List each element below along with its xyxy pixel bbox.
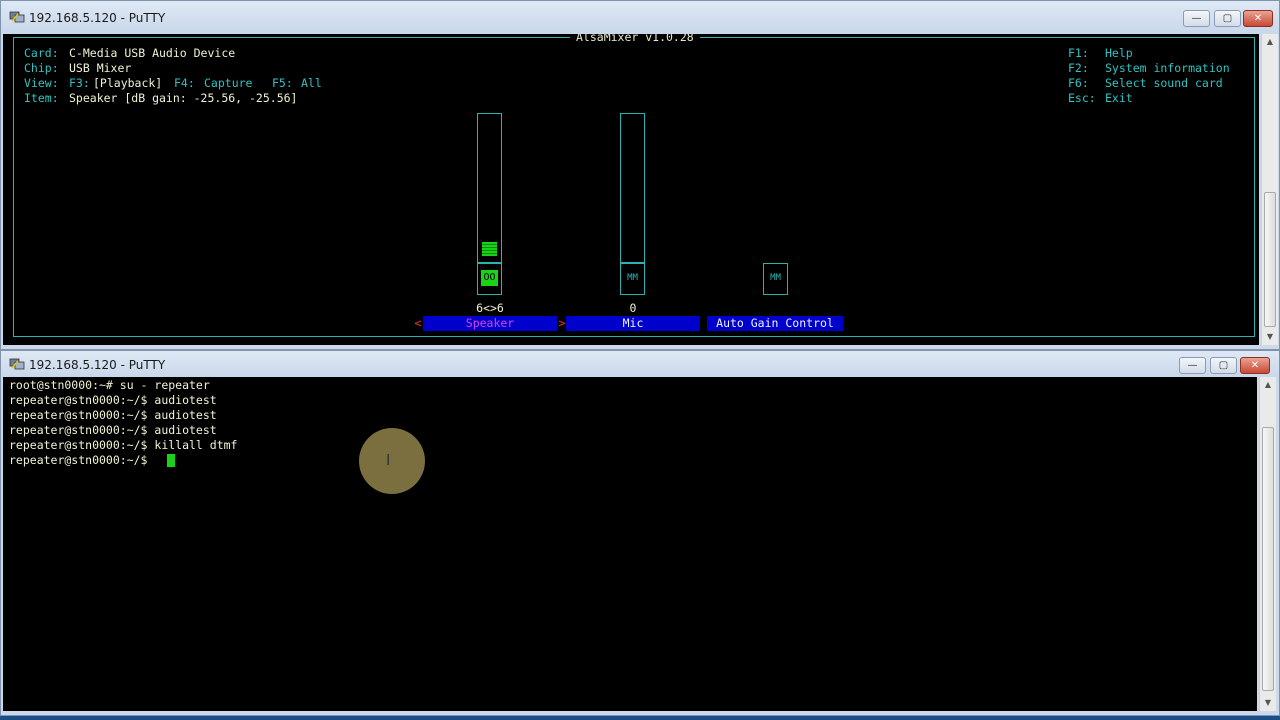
- window-title: 192.168.5.120 - PuTTY: [29, 358, 166, 372]
- agc-switch[interactable]: MM: [763, 263, 788, 295]
- window-title: 192.168.5.120 - PuTTY: [29, 11, 166, 25]
- view-f4-key: F4:: [174, 76, 195, 90]
- terminal-line: repeater@stn0000:~/$ killall dtmf: [9, 438, 238, 452]
- scroll-down-icon[interactable]: ▼: [1262, 329, 1278, 345]
- card-value: C-Media USB Audio Device: [69, 46, 236, 60]
- bottom-scrollbar[interactable]: ▲ ▼: [1259, 377, 1276, 711]
- mic-switch-state: MM: [627, 273, 638, 283]
- alsamixer-terminal[interactable]: AlsaMixer v1.0.28 Card: C-Media USB Audi…: [3, 34, 1259, 345]
- view-playback[interactable]: [Playback]: [93, 76, 162, 91]
- top-putty-window: 192.168.5.120 - PuTTY — ▢ ✕ AlsaMixer v1…: [0, 0, 1280, 350]
- shell-terminal[interactable]: root@stn0000:~# su - repeater repeater@s…: [3, 377, 1257, 711]
- text-cursor-icon: I: [386, 451, 391, 469]
- putty-icon: [9, 11, 25, 23]
- scroll-up-icon[interactable]: ▲: [1260, 377, 1276, 393]
- help-key-f6: F6:: [1068, 76, 1089, 90]
- view-capture[interactable]: Capture: [204, 76, 252, 91]
- mic-volume-bar[interactable]: [620, 113, 645, 263]
- mic-label[interactable]: Mic: [566, 316, 700, 331]
- bottom-putty-window: 192.168.5.120 - PuTTY — ▢ ✕ root@stn0000…: [0, 350, 1280, 716]
- terminal-line: repeater@stn0000:~/$ audiotest: [9, 393, 217, 407]
- chip-value: USB Mixer: [69, 61, 132, 75]
- mic-value: 0: [629, 301, 637, 315]
- bottom-title-bar[interactable]: 192.168.5.120 - PuTTY — ▢ ✕: [1, 351, 1279, 377]
- speaker-volume-bar[interactable]: [477, 113, 502, 263]
- close-button[interactable]: ✕: [1243, 10, 1273, 27]
- speaker-value: 6<>6: [476, 301, 504, 315]
- terminal-cursor: [167, 454, 175, 467]
- view-label: View:: [24, 76, 59, 90]
- speaker-label[interactable]: Speaker: [423, 316, 557, 331]
- top-scroll-thumb[interactable]: [1264, 192, 1276, 327]
- help-desc-system-information: System information: [1105, 61, 1230, 75]
- chip-label: Chip:: [24, 61, 59, 75]
- terminal-line: root@stn0000:~# su - repeater: [9, 378, 210, 392]
- top-scrollbar[interactable]: ▲ ▼: [1261, 34, 1278, 345]
- prev-arrow: <: [414, 316, 422, 330]
- speaker-switch-state: OO: [481, 270, 498, 286]
- view-f3-key: F3:: [69, 76, 90, 90]
- agc-switch-state: MM: [770, 273, 781, 283]
- help-desc-exit: Exit: [1105, 91, 1133, 105]
- speaker-mute-switch[interactable]: OO: [477, 263, 502, 295]
- terminal-line: repeater@stn0000:~/$ audiotest: [9, 423, 217, 437]
- speaker-volume-fill: [482, 242, 497, 256]
- help-key-esc: Esc:: [1068, 91, 1096, 105]
- terminal-line: repeater@stn0000:~/$ audiotest: [9, 408, 217, 422]
- item-value: Speaker [dB gain: -25.56, -25.56]: [69, 91, 298, 105]
- card-label: Card:: [24, 46, 59, 60]
- terminal-prompt: repeater@stn0000:~/$: [9, 453, 155, 467]
- help-key-f2: F2:: [1068, 61, 1089, 75]
- minimize-button[interactable]: —: [1179, 357, 1206, 374]
- help-key-f1: F1:: [1068, 46, 1089, 60]
- view-f5-key: F5:: [272, 76, 293, 90]
- view-all[interactable]: All: [301, 76, 322, 91]
- minimize-button[interactable]: —: [1183, 10, 1210, 27]
- mixer-app-title: AlsaMixer v1.0.28: [570, 34, 700, 45]
- maximize-button[interactable]: ▢: [1214, 10, 1241, 27]
- bottom-scroll-thumb[interactable]: [1262, 427, 1274, 691]
- close-button[interactable]: ✕: [1240, 357, 1270, 374]
- help-desc-select-sound-card: Select sound card: [1105, 76, 1223, 90]
- mic-mute-switch[interactable]: MM: [620, 263, 645, 295]
- help-desc-help: Help: [1105, 46, 1133, 60]
- maximize-button[interactable]: ▢: [1210, 357, 1237, 374]
- item-label: Item:: [24, 91, 59, 105]
- scroll-up-icon[interactable]: ▲: [1262, 34, 1278, 50]
- scroll-down-icon[interactable]: ▼: [1260, 695, 1276, 711]
- top-title-bar[interactable]: 192.168.5.120 - PuTTY — ▢ ✕: [1, 1, 1279, 33]
- mouse-highlight: [359, 428, 425, 494]
- agc-label[interactable]: Auto Gain Control: [707, 316, 843, 331]
- putty-icon: [9, 358, 25, 370]
